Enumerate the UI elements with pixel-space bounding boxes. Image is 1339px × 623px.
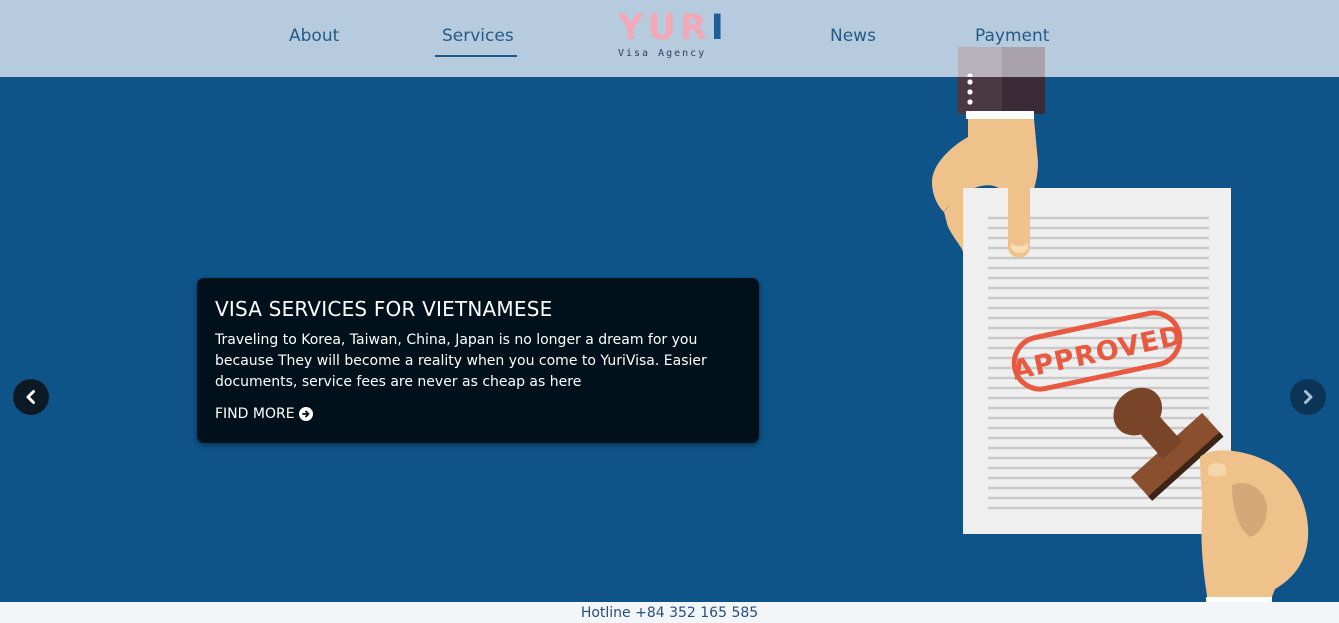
nav-item-services[interactable]: Services bbox=[442, 26, 514, 46]
arrow-circle-right-icon bbox=[298, 407, 313, 421]
slide-description: Traveling to Korea, Taiwan, China, Japan… bbox=[215, 332, 707, 390]
nav-item-about[interactable]: About bbox=[289, 26, 339, 46]
find-more-link[interactable]: FIND MORE bbox=[215, 406, 313, 422]
chevron-left-icon bbox=[26, 390, 35, 404]
slide-title: VISA SERVICES FOR VIETNAMESE bbox=[215, 297, 553, 321]
hotline-text[interactable]: Hotline +84 352 165 585 bbox=[581, 605, 758, 621]
hotline-bar: Hotline +84 352 165 585 bbox=[0, 602, 1339, 623]
hero-slider: APPROVED VISA SERVICES FOR VIETNAMESE Tr… bbox=[0, 77, 1339, 602]
logo-subtitle: Visa Agency bbox=[618, 48, 707, 59]
nav-item-news[interactable]: News bbox=[830, 26, 876, 46]
yuri-logo[interactable]: YURI Visa Agency bbox=[615, 8, 727, 64]
find-more-label: FIND MORE bbox=[215, 406, 295, 422]
carousel-next-button[interactable] bbox=[1290, 379, 1326, 415]
chevron-right-icon bbox=[1304, 390, 1313, 404]
logo-wordmark: YURI bbox=[618, 8, 728, 48]
slide-caption: VISA SERVICES FOR VIETNAMESE Traveling t… bbox=[197, 278, 759, 443]
sleeve-overlap bbox=[958, 47, 1045, 77]
nav-item-payment[interactable]: Payment bbox=[975, 26, 1049, 46]
active-nav-indicator bbox=[435, 55, 517, 57]
page: APPROVED VISA SERVICES FOR VIETNAMESE Tr… bbox=[0, 0, 1339, 623]
top-navigation: About Services YURI Visa Agency News Pay… bbox=[0, 0, 1339, 77]
carousel-prev-button[interactable] bbox=[13, 379, 49, 415]
shirt-cuff bbox=[966, 111, 1034, 119]
